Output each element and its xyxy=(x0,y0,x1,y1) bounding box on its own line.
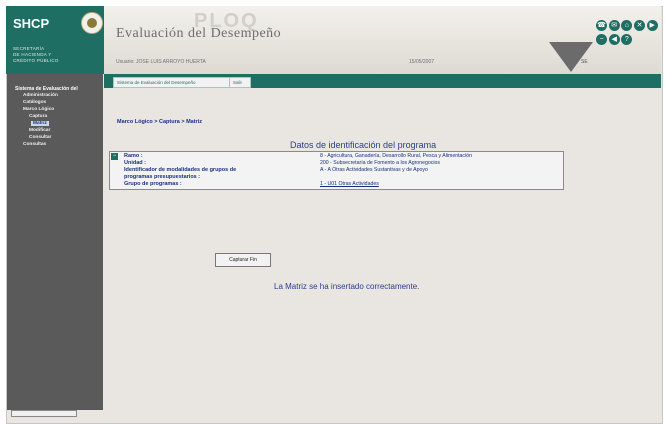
agency-subtitle: SECRETARÍA DE HACIENDA Y CRÉDITO PÚBLICO xyxy=(13,46,59,63)
phone-icon[interactable]: ☎ xyxy=(596,20,607,31)
help-icon[interactable]: ? xyxy=(621,34,633,45)
shcp-branding: SHCP SECRETARÍA DE HACIENDA Y CRÉDITO PÚ… xyxy=(6,6,104,74)
sidebar-item-matriz[interactable]: Matriz xyxy=(31,121,49,126)
app-title: Evaluación del Desempeño xyxy=(116,26,282,41)
section-title: Datos de identificación del programa xyxy=(290,140,437,150)
page-header: PLOQ Evaluación del Desempeño Usuario: J… xyxy=(104,6,661,74)
shcp-logo: SHCP xyxy=(13,16,50,31)
sidebar-item-modificar[interactable]: Modificar xyxy=(29,128,50,133)
national-seal-icon xyxy=(81,12,103,34)
header-wedge-decoration xyxy=(549,42,593,72)
tab-logout[interactable]: Salir xyxy=(229,77,251,88)
minus-icon[interactable]: − xyxy=(596,34,607,45)
user-name: Usuario: JOSE LUIS ARROYO HUERTA xyxy=(116,59,206,65)
sidebar-scrollbar[interactable] xyxy=(11,410,77,417)
sidebar-item-consultar[interactable]: Consultar xyxy=(29,135,51,140)
mail-icon[interactable]: ✉ xyxy=(608,20,620,31)
current-date: 15/05/2007 xyxy=(409,59,435,65)
sidebar-item-marco-logico[interactable]: Marco Lógico xyxy=(23,107,54,112)
field-label-modalidad-cont: programas presupuestarios : xyxy=(124,174,201,180)
field-label-grupo: Grupo de programas : xyxy=(124,181,182,187)
sidebar-item-administracion[interactable]: Administración xyxy=(23,93,58,98)
sidebar: Sistema de Evaluación del Administración… xyxy=(7,74,103,417)
field-value-ramo: 8 - Agricultura, Ganadería, Desarrollo R… xyxy=(320,153,472,159)
sidebar-item-catalogos[interactable]: Catálogos xyxy=(23,100,46,105)
program-info-panel: − Ramo : 8 - Agricultura, Ganadería, Des… xyxy=(109,151,564,190)
field-label-ramo: Ramo : xyxy=(124,153,143,159)
breadcrumb: Marco Lógico > Captura > Matriz xyxy=(117,119,202,125)
capture-fin-button[interactable]: Capturar Fin xyxy=(215,253,271,267)
sidebar-item-consultas[interactable]: Consultas xyxy=(23,142,46,147)
sidebar-heading: Sistema de Evaluación del xyxy=(15,86,78,92)
close-icon[interactable]: ✕ xyxy=(634,20,646,31)
field-label-modalidad: Identificador de modalidades de grupos d… xyxy=(124,167,237,173)
sidebar-item-captura[interactable]: Captura xyxy=(29,114,47,119)
tab-evaluation-system[interactable]: Sistema de Evaluación del Desempeño xyxy=(113,77,231,88)
back-icon[interactable]: ◀ xyxy=(608,34,620,45)
header-icon-group: ☎ ✉ ⌂ ✕ ▶ − ◀ ? xyxy=(596,20,660,48)
status-message: La Matriz se ha insertado correctamente. xyxy=(274,282,420,291)
header-tail-text: SE xyxy=(581,59,588,65)
field-value-unidad: 200 - Subsecretaría de Fomento a los Agr… xyxy=(320,160,440,166)
forward-icon[interactable]: ▶ xyxy=(646,20,658,31)
field-value-modalidad: A - A Otras Actividades Sustantivas y de… xyxy=(320,167,428,173)
field-value-grupo[interactable]: 1 - U01 Otras Actividades xyxy=(320,181,379,187)
home-icon[interactable]: ⌂ xyxy=(621,20,633,31)
field-label-unidad: Unidad : xyxy=(124,160,146,166)
collapse-toggle-icon[interactable]: − xyxy=(111,153,118,160)
